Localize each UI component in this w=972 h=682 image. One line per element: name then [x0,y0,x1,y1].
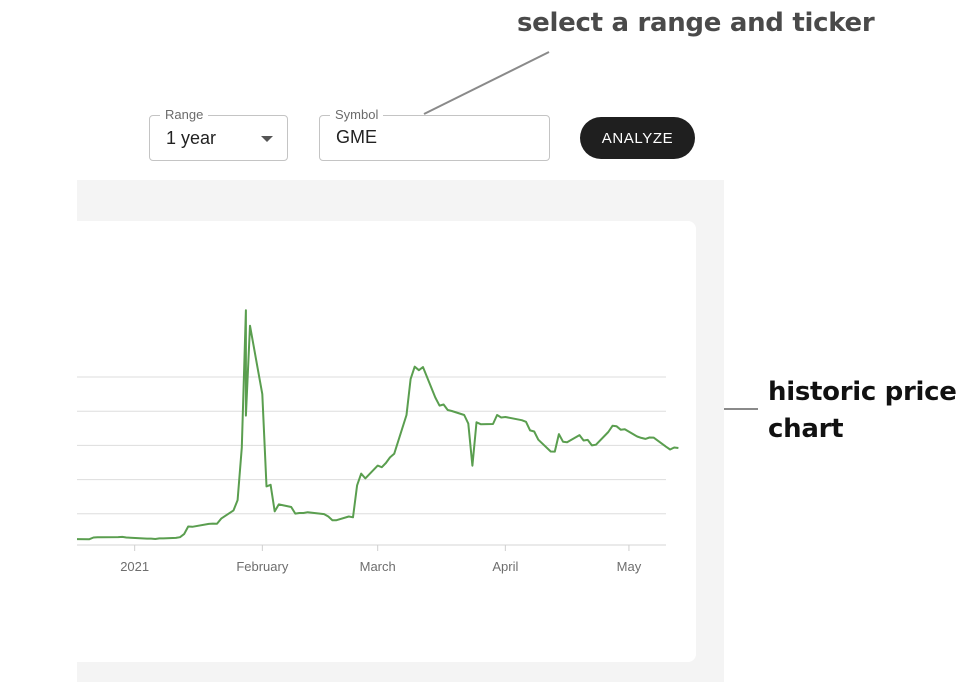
price-series-line [76,309,679,541]
x-tick-label: 2021 [120,559,149,574]
chart-gridlines [77,376,666,546]
chart-series [76,309,679,541]
x-tick-label: April [492,559,518,574]
price-chart: 2021 February March April May [76,309,679,574]
x-tick-label: May [617,559,642,574]
x-tick-label: February [236,559,289,574]
x-tick-label: March [360,559,396,574]
chart-x-axis-labels: 2021 February March April May [120,545,642,574]
